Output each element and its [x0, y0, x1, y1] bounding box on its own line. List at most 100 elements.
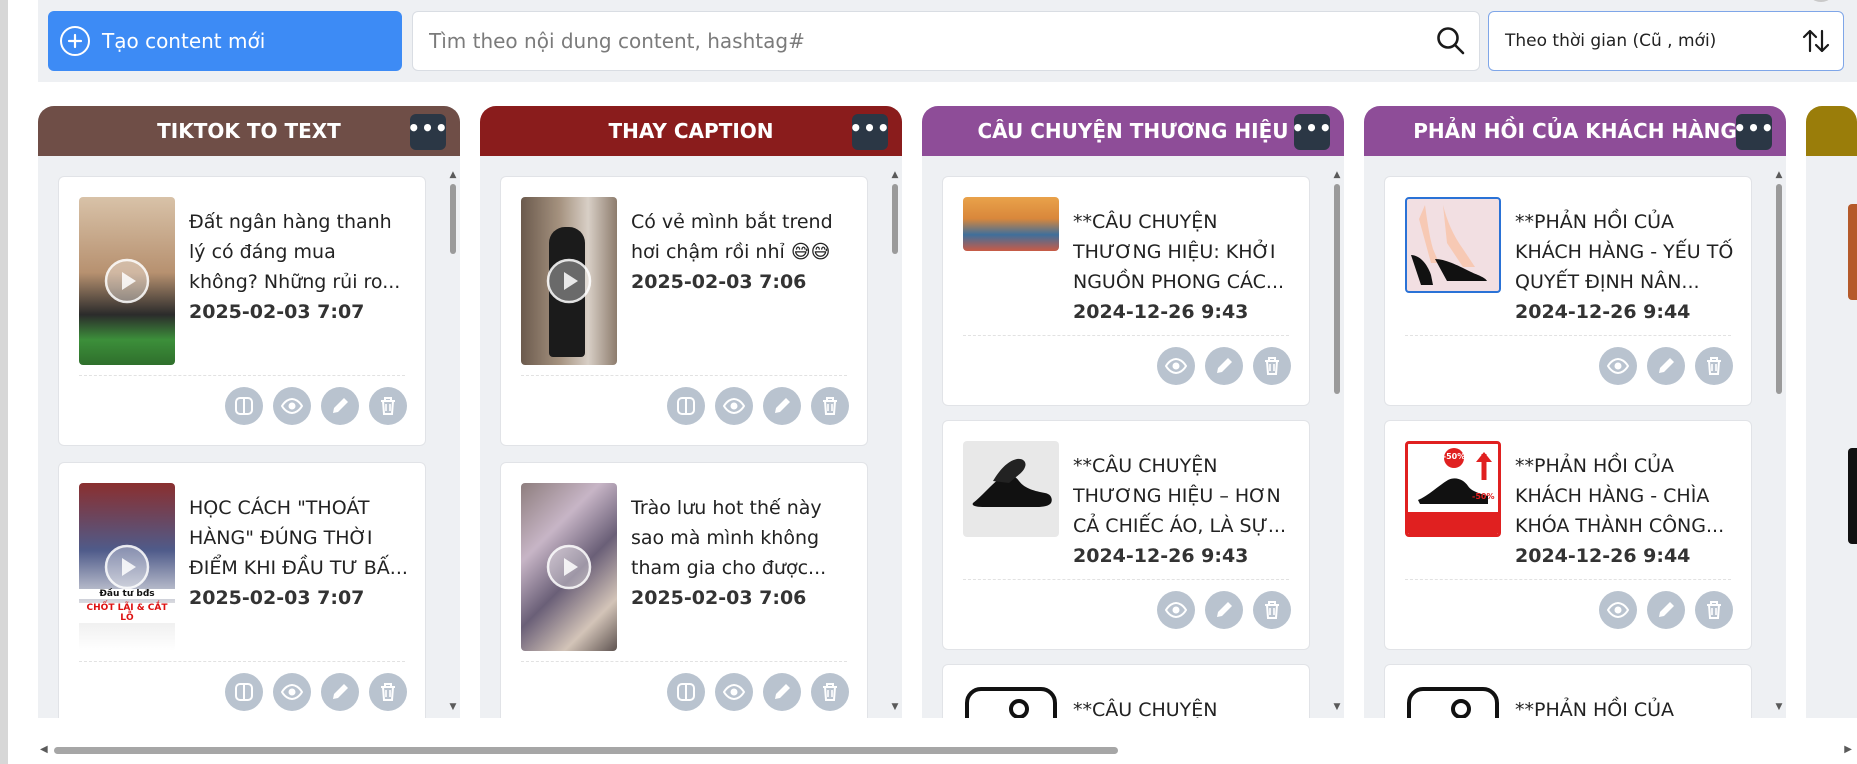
video-play-icon: [104, 544, 150, 590]
card-date: 2025-02-03 7:06: [631, 587, 807, 609]
delete-button[interactable]: [811, 387, 849, 425]
card-thumbnail[interactable]: [521, 197, 617, 365]
card-actions: [667, 387, 849, 425]
search-icon[interactable]: [1435, 25, 1467, 57]
column-scrollbar[interactable]: ▲ ▼: [1332, 170, 1342, 712]
card-thumbnail[interactable]: [963, 441, 1059, 537]
content-card[interactable]: **CÂU CHUYỆN THƯƠNG HIỆU: KHỞI NGUỒN PHO…: [942, 176, 1310, 406]
edit-button[interactable]: [1205, 347, 1243, 385]
column-thay-caption: THAY CAPTION ••• Có vẻ mình bắt trend hơ…: [480, 106, 902, 718]
pencil-icon: [775, 684, 790, 699]
delete-button[interactable]: [1695, 347, 1733, 385]
delete-button[interactable]: [369, 387, 407, 425]
edit-button[interactable]: [1647, 591, 1685, 629]
view-button[interactable]: [273, 387, 311, 425]
trash-icon: [1265, 357, 1279, 375]
column-scrollbar[interactable]: ▲ ▼: [890, 170, 900, 712]
view-button[interactable]: [1157, 591, 1195, 629]
eye-icon: [723, 683, 745, 701]
content-card[interactable]: **PHẢN HỒI CỦA: [1384, 664, 1752, 718]
content-card[interactable]: **CÂU CHUYỆN THƯƠNG HIỆU – HƠN CẢ CHIẾC …: [942, 420, 1310, 650]
card-date: 2024-12-26 9:43: [1073, 545, 1249, 567]
content-card[interactable]: Có vẻ mình bắt trend hơi chậm rồi nhỉ 😅😅…: [500, 176, 868, 446]
card-title: Có vẻ mình bắt trend hơi chậm rồi nhỉ 😅😅: [631, 211, 833, 263]
edit-button[interactable]: [763, 387, 801, 425]
card-thumbnail[interactable]: [1848, 204, 1857, 300]
search-input[interactable]: [429, 29, 1435, 53]
card-thumbnail[interactable]: [963, 685, 1059, 718]
create-content-button[interactable]: Tạo content mới: [48, 11, 402, 71]
trash-icon: [1707, 601, 1721, 619]
card-divider: [521, 661, 847, 662]
split-button[interactable]: [225, 387, 263, 425]
trash-icon: [381, 683, 395, 701]
content-card[interactable]: Trào lưu hot thế này sao mà mình không t…: [500, 462, 868, 718]
card-thumbnail[interactable]: [963, 197, 1059, 251]
column-more-button[interactable]: •••: [407, 114, 448, 150]
shoe-image: [972, 458, 1052, 507]
column-title: PHẢN HỒI CỦA KHÁCH HÀNG: [1413, 119, 1737, 143]
card-title: **PHẢN HỒI CỦA: [1515, 699, 1675, 718]
column-tiktok-to-text: TIKTOK TO TEXT ••• Đất ngân hàng thanh l…: [38, 106, 460, 718]
split-button[interactable]: [667, 387, 705, 425]
content-card[interactable]: **CÂU CHUYỆN: [942, 664, 1310, 718]
eye-icon: [1607, 601, 1629, 619]
view-button[interactable]: [715, 673, 753, 711]
column-more-button[interactable]: •••: [1291, 114, 1332, 150]
card-actions: [1599, 591, 1733, 629]
edit-button[interactable]: [763, 673, 801, 711]
edit-button[interactable]: [321, 673, 359, 711]
split-button[interactable]: [667, 673, 705, 711]
edit-button[interactable]: [321, 387, 359, 425]
column-more-button[interactable]: •••: [849, 114, 890, 150]
column-header: PHẢN HỒI CỦA KHÁCH HÀNG •••: [1364, 106, 1786, 156]
window-left-edge: [0, 0, 8, 764]
card-thumbnail[interactable]: Đầu tư bđs CHỐT LÃI & CẮT LỖ: [79, 483, 175, 651]
column-more-button[interactable]: •••: [1733, 114, 1774, 150]
card-thumbnail[interactable]: [1405, 685, 1501, 718]
card-actions: [1157, 591, 1291, 629]
delete-button[interactable]: [811, 673, 849, 711]
card-actions: [225, 387, 407, 425]
edit-button[interactable]: [1205, 591, 1243, 629]
view-button[interactable]: [715, 387, 753, 425]
card-thumbnail[interactable]: [521, 483, 617, 651]
column-title: TIKTOK TO TEXT: [157, 119, 341, 143]
card-date: 2025-02-03 7:07: [189, 301, 365, 323]
content-card[interactable]: Đất ngân hàng thanh lý có đáng mua không…: [58, 176, 426, 446]
pencil-icon: [1659, 358, 1674, 373]
card-thumbnail[interactable]: [1848, 448, 1857, 544]
content-card[interactable]: **PHẢN HỒI CỦA KHÁCH HÀNG - YẾU TỐ QUYẾT…: [1384, 176, 1752, 406]
card-divider: [79, 661, 405, 662]
content-card[interactable]: Đầu tư bđs CHỐT LÃI & CẮT LỖ HỌC CÁCH "T…: [58, 462, 426, 718]
card-divider: [79, 375, 405, 376]
view-button[interactable]: [273, 673, 311, 711]
card-thumbnail[interactable]: -50% -50%: [1405, 441, 1501, 537]
card-thumbnail[interactable]: [79, 197, 175, 365]
delete-button[interactable]: [1253, 591, 1291, 629]
edit-button[interactable]: [1647, 347, 1685, 385]
delete-button[interactable]: [369, 673, 407, 711]
board-horizontal-scrollbar[interactable]: ◀ ▶: [40, 744, 1852, 756]
view-button[interactable]: [1599, 591, 1637, 629]
eye-icon: [281, 397, 303, 415]
shoe-image: [1411, 205, 1487, 285]
view-button[interactable]: [1157, 347, 1195, 385]
delete-button[interactable]: [1253, 347, 1291, 385]
card-actions: [225, 673, 407, 711]
card-title: **CÂU CHUYỆN THƯƠNG HIỆU – HƠN CẢ CHIẾC …: [1073, 455, 1287, 537]
column-scrollbar[interactable]: ▲ ▼: [448, 170, 458, 712]
card-date: 2024-12-26 9:44: [1515, 545, 1691, 567]
card-thumbnail[interactable]: [1405, 197, 1501, 293]
split-button[interactable]: [225, 673, 263, 711]
trash-icon: [823, 683, 837, 701]
card-title: **PHẢN HỒI CỦA KHÁCH HÀNG - CHÌA KHÓA TH…: [1515, 455, 1725, 537]
thumbnail-caption: CHỐT LÃI & CẮT LỖ: [79, 603, 175, 623]
sort-arrows-icon: [1799, 24, 1833, 58]
view-button[interactable]: [1599, 347, 1637, 385]
column-scrollbar[interactable]: ▲ ▼: [1774, 170, 1784, 712]
content-card[interactable]: -50% -50% **PHẢN HỒI CỦA KHÁCH HÀNG - CH…: [1384, 420, 1752, 650]
eye-icon: [281, 683, 303, 701]
delete-button[interactable]: [1695, 591, 1733, 629]
sort-select[interactable]: Theo thời gian (Cũ , mới): [1488, 11, 1844, 71]
